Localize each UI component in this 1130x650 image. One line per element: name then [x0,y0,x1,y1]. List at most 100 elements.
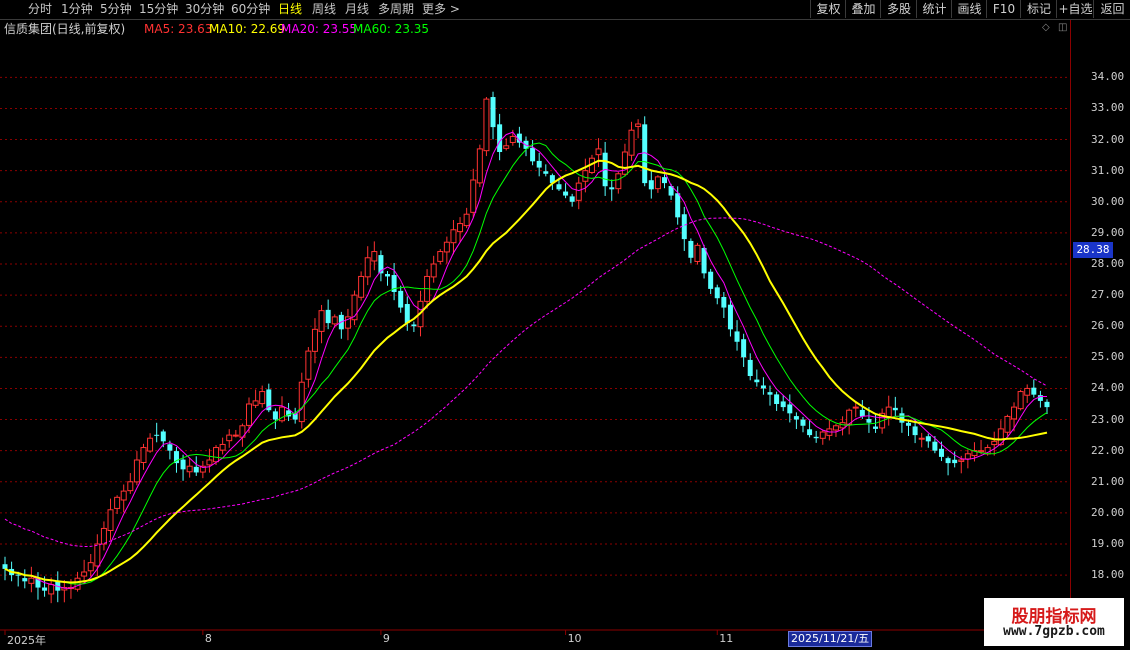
tab-60min[interactable]: 60分钟 [231,2,270,17]
candle-body [754,379,760,383]
candle-body [1044,401,1050,408]
candle-body [721,296,727,308]
multi-stock-button[interactable]: 多股 [880,0,917,18]
candle-body [232,434,239,437]
candle-body [305,350,312,380]
restore-rights-button[interactable]: 复权 [810,0,846,18]
candle-body [48,583,55,595]
candle-body [774,394,780,404]
candle-body [932,441,938,451]
candle-body [490,97,496,128]
y-tick-label: 18.00 [1091,568,1125,582]
candle-body [219,443,226,451]
x-tick-label: 2025年 [7,634,46,647]
candle-body [252,400,259,406]
candle-body [114,496,121,509]
candle-body [621,151,628,175]
candle-body [575,182,582,201]
candle-body [727,304,733,330]
candle-body [925,436,931,442]
candle-body [819,431,826,439]
candle-body [892,407,898,411]
candle-body [675,193,681,218]
candle-body [206,459,213,466]
candle-body [28,577,35,584]
candle-body [483,98,490,152]
candle-body [767,392,773,395]
candle-body [873,426,879,429]
candle-body [556,184,562,190]
candle-body [437,251,444,262]
candle-body [15,574,21,576]
candle-body [120,490,127,501]
tab-30min[interactable]: 30分钟 [185,2,224,17]
candle-body [147,437,154,452]
candle-body [945,458,951,464]
back-button[interactable]: 返回 [1093,0,1130,18]
candle-body [167,444,173,451]
candle-body [470,179,477,213]
candle-body [648,180,654,190]
candle-body [681,214,687,240]
candle-body [364,257,371,278]
f10-button[interactable]: F10 [986,0,1021,18]
draw-line-button[interactable]: 画线 [951,0,987,18]
x-tick-label: 8 [204,632,212,645]
y-tick-label: 20.00 [1091,505,1125,519]
candle-body [852,406,859,409]
candle-body [701,248,707,274]
y-tick-label: 24.00 [1091,381,1125,395]
candle-body [991,440,998,446]
candle-body [457,223,464,233]
ma10-line [4,142,1048,585]
candlestick-chart[interactable] [0,0,1130,650]
candle-body [628,129,635,156]
candle-body [978,450,985,453]
candle-body [780,401,786,408]
candle-body [1024,387,1031,396]
candle-body [734,331,740,342]
ma60-line [4,217,1048,548]
candle-body [385,274,391,277]
candle-body [186,465,193,473]
tab-daily[interactable]: 日线 [278,2,302,17]
tab-1min-timeshare[interactable]: 分时 [28,2,52,17]
tab-multi-period[interactable]: 多周期 [378,2,414,17]
candle-body [430,263,437,278]
tab-5min[interactable]: 5分钟 [100,2,132,17]
candle-body [358,275,365,298]
candle-body [298,381,305,423]
y-tick-label: 29.00 [1091,225,1125,239]
tab-15min[interactable]: 15分钟 [139,2,178,17]
candle-body [497,124,503,152]
mark-button[interactable]: 标记 [1020,0,1057,18]
statistics-button[interactable]: 统计 [916,0,952,18]
watermark: 股朋指标网 www.7gpzb.com [984,598,1124,646]
y-tick-label: 32.00 [1091,132,1125,146]
tab-monthly[interactable]: 月线 [345,2,369,17]
candle-body [609,187,615,190]
current-price-tag: 28.38 [1073,242,1113,258]
tab-weekly[interactable]: 周线 [312,2,336,17]
add-watchlist-button[interactable]: +自选 [1056,0,1094,18]
candle-body [938,448,944,457]
tab-more[interactable]: 更多 > [422,2,460,17]
candle-body [747,359,753,376]
y-tick-label: 30.00 [1091,194,1125,208]
candle-body [714,287,720,299]
candle-body [404,304,410,324]
candle-body [443,241,450,253]
overlay-button[interactable]: 叠加 [845,0,881,18]
y-tick-label: 26.00 [1091,319,1125,333]
tab-1min[interactable]: 1分钟 [61,2,93,17]
x-tick-label: 9 [382,632,390,645]
candle-body [246,403,253,426]
candle-body [661,177,667,184]
y-tick-label: 19.00 [1091,537,1125,550]
candle-body [450,229,457,244]
candle-body [912,426,918,436]
candle-body [42,587,48,591]
candle-body [140,447,147,464]
candle-body [509,135,516,143]
candle-body [331,316,338,325]
